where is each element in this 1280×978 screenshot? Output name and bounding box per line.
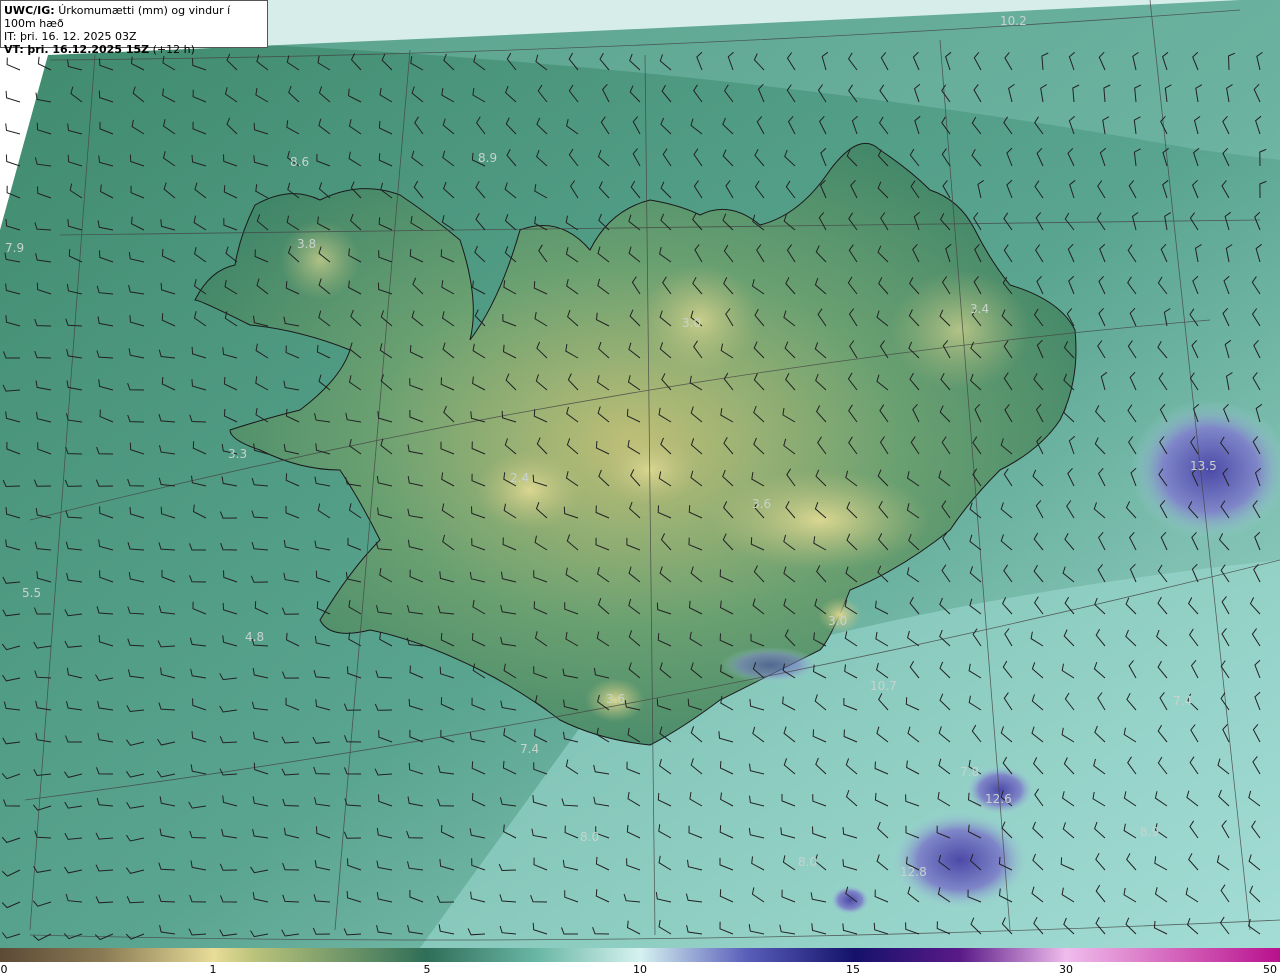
color-scale-bar	[0, 948, 1280, 962]
map-label: 8.0	[580, 830, 599, 844]
map-label: 13.5	[1190, 459, 1217, 473]
map-label: 7.8	[960, 765, 979, 779]
lead-time: (+12 h)	[152, 43, 195, 56]
map-label: 10.7	[870, 679, 897, 693]
title-line: UWC/IG: Úrkomumætti (mm) og vindur í 100…	[4, 4, 264, 30]
map-label: 3.4	[970, 302, 989, 316]
map-label: 12.6	[985, 792, 1012, 806]
map-label: 3.6	[752, 497, 771, 511]
precipitation-wind-map: 10.2 8.6 8.9 7.9 3.8 3.0 3.4 3.3 2.4 3.6…	[0, 0, 1280, 948]
valid-time-line: VT: þri. 16.12.2025 15Z (+12 h)	[4, 43, 264, 56]
map-label: 8.9	[1140, 825, 1159, 839]
issue-time: IT: þri. 16. 12. 2025 03Z	[4, 30, 137, 43]
map-label: 10.2	[1000, 14, 1027, 28]
map-label: 3.0	[828, 614, 847, 628]
map-label: 3.3	[228, 447, 247, 461]
map-label: 3.0	[682, 316, 701, 330]
map-label: 3.6	[606, 692, 625, 706]
scale-tick: 10	[633, 963, 647, 976]
model-name: UWC/IG:	[4, 4, 55, 17]
scale-tick: 5	[423, 963, 431, 976]
map-label: 2.4	[510, 471, 529, 485]
vt-prefix: VT:	[4, 43, 24, 56]
map-label: 12.8	[900, 865, 927, 879]
map-label: 5.5	[22, 586, 41, 600]
scale-tick: 1	[209, 963, 217, 976]
valid-time: þri. 16.12.2025 15Z	[27, 43, 150, 56]
scale-tick: 50	[1263, 963, 1277, 976]
color-scale-labels: 0 1 5 10 15 30 50	[0, 963, 1280, 977]
scale-tick: 15	[846, 963, 860, 976]
scale-tick: 30	[1059, 963, 1073, 976]
map-label: 8.9	[478, 151, 497, 165]
map-label: 3.8	[297, 237, 316, 251]
map-label: 7.4	[520, 742, 539, 756]
map-label: 7.9	[5, 241, 24, 255]
map-label: 7.4	[1173, 694, 1192, 708]
scale-tick: 0	[0, 963, 8, 976]
map-title-box: UWC/IG: Úrkomumætti (mm) og vindur í 100…	[0, 0, 268, 56]
map-label: 4.8	[245, 630, 264, 644]
map-label: 8.6	[290, 155, 309, 169]
map-label: 8.0	[798, 855, 817, 869]
